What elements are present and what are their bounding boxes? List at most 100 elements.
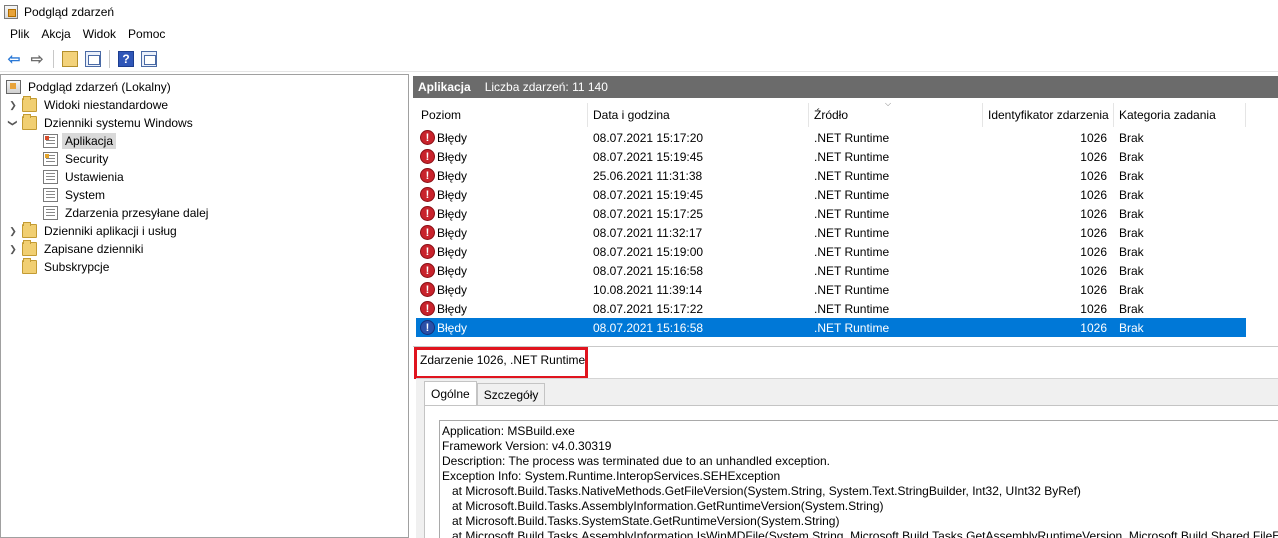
description-line: Description: The process was terminated … (442, 454, 831, 468)
cell-event-id: 1026 (1080, 130, 1107, 145)
sort-caret-icon: ⌵ (885, 99, 892, 108)
navigation-tree: Podgląd zdarzeń (Lokalny) ❯ Widoki niest… (0, 74, 409, 538)
menu-help[interactable]: Pomoc (122, 27, 171, 41)
event-viewer-app-icon (4, 5, 18, 19)
toolbar-separator (109, 49, 110, 68)
event-description-box[interactable]: Application: MSBuild.exe Framework Versio… (439, 420, 1278, 538)
menu-view[interactable]: Widok (77, 27, 122, 41)
cell-date: 08.07.2021 15:17:22 (593, 301, 704, 316)
event-list: Poziom Data i godzina Źródło ⌵ Identyfik… (416, 99, 1278, 343)
menu-action[interactable]: Akcja (35, 27, 76, 41)
column-header-event-id[interactable]: Identyfikator zdarzenia (983, 103, 1114, 127)
cell-level: ! Błędy (420, 280, 467, 299)
error-icon: ! (420, 301, 435, 316)
table-row[interactable]: ! Błędy 08.07.2021 15:19:00 .NET Runtime 102… (416, 242, 1246, 261)
column-header-task-category[interactable]: Kategoria zadania (1114, 103, 1246, 127)
cell-event-id: 1026 (1080, 263, 1107, 278)
help-icon[interactable]: ? (116, 49, 136, 69)
error-icon: ! (420, 320, 435, 335)
cell-source: .NET Runtime (814, 225, 890, 240)
error-icon: ! (420, 149, 435, 164)
tree-item-windows-logs[interactable]: ❯ Dzienniki systemu Windows (1, 114, 408, 132)
tab-general[interactable]: Ogólne (424, 381, 477, 405)
cell-category: Brak (1119, 206, 1144, 221)
tree-item-saved-logs[interactable]: ❯ Zapisane dzienniki (1, 240, 408, 258)
cell-level: ! Błędy (420, 261, 467, 280)
back-arrow-icon[interactable]: ⇦ (4, 49, 24, 69)
error-icon: ! (420, 244, 435, 259)
action-pane-icon[interactable] (139, 49, 159, 69)
error-icon: ! (420, 168, 435, 183)
folder-icon (22, 222, 37, 238)
chevron-right-icon[interactable]: ❯ (7, 225, 19, 237)
table-row[interactable]: ! Błędy 08.07.2021 15:17:20 .NET Runtime 102… (416, 128, 1246, 147)
table-row[interactable]: ! Błędy 08.07.2021 15:16:58 .NET Runtime 102… (416, 261, 1246, 280)
cell-date: 08.07.2021 15:19:45 (593, 149, 704, 164)
folder-icon (22, 96, 37, 112)
tree-item-setup[interactable]: Ustawienia (1, 168, 408, 186)
tree-item-subscriptions[interactable]: Subskrypcje (1, 258, 408, 276)
table-row[interactable]: ! Błędy 10.08.2021 11:39:14 .NET Runtime 102… (416, 280, 1246, 299)
title-bar: Podgląd zdarzeń (0, 0, 1278, 24)
tree-item-forwarded-events[interactable]: Zdarzenia przesyłane dalej (1, 204, 408, 222)
table-row[interactable]: ! Błędy 08.07.2021 11:32:17 .NET Runtime 102… (416, 223, 1246, 242)
folder-up-icon[interactable] (60, 49, 80, 69)
column-header-level[interactable]: Poziom (416, 103, 588, 127)
detail-tabs: Ogólne Szczegóły (424, 381, 546, 405)
forward-arrow-icon[interactable]: ⇨ (27, 49, 47, 69)
cell-category: Brak (1119, 130, 1144, 145)
tree-item-custom-views[interactable]: ❯ Widoki niestandardowe (1, 96, 408, 114)
application-log-icon (43, 134, 58, 148)
tree-item-application[interactable]: Aplikacja (1, 132, 408, 150)
cell-event-id: 1026 (1080, 206, 1107, 221)
column-header-date[interactable]: Data i godzina (588, 103, 809, 127)
cell-source: .NET Runtime (814, 320, 890, 335)
folder-icon (22, 240, 37, 256)
cell-event-id: 1026 (1080, 225, 1107, 240)
cell-category: Brak (1119, 282, 1144, 297)
table-row[interactable]: ! Błędy 08.07.2021 15:17:25 .NET Runtime 102… (416, 204, 1246, 223)
cell-event-id: 1026 (1080, 149, 1107, 164)
table-row[interactable]: ! Błędy 25.06.2021 11:31:38 .NET Runtime 102… (416, 166, 1246, 185)
chevron-right-icon[interactable]: ❯ (7, 243, 19, 255)
chevron-down-icon[interactable]: ❯ (7, 117, 19, 129)
description-line: Exception Info: System.Runtime.InteropSe… (442, 469, 781, 483)
cell-source: .NET Runtime (814, 282, 890, 297)
tab-details[interactable]: Szczegóły (476, 383, 546, 405)
cell-date: 08.07.2021 15:16:58 (593, 320, 704, 335)
cell-category: Brak (1119, 149, 1144, 164)
error-icon: ! (420, 263, 435, 278)
cell-source: .NET Runtime (814, 263, 890, 278)
tree-item-root[interactable]: Podgląd zdarzeń (Lokalny) (1, 78, 408, 96)
table-row[interactable]: ! Błędy 08.07.2021 15:19:45 .NET Runtime 102… (416, 147, 1246, 166)
cell-category: Brak (1119, 263, 1144, 278)
chevron-right-icon[interactable]: ❯ (7, 99, 19, 111)
security-log-icon (43, 152, 58, 166)
description-line: at Microsoft.Build.Tasks.AssemblyInforma… (442, 529, 1278, 538)
cell-level: ! Błędy (420, 223, 467, 242)
tree-item-system[interactable]: System (1, 186, 408, 204)
cell-date: 08.07.2021 15:16:58 (593, 263, 704, 278)
cell-source: .NET Runtime (814, 187, 890, 202)
cell-level: ! Błędy (420, 204, 467, 223)
cell-event-id: 1026 (1080, 187, 1107, 202)
table-row[interactable]: ! Błędy 08.07.2021 15:17:22 .NET Runtime 102… (416, 299, 1246, 318)
column-header-source[interactable]: Źródło ⌵ (809, 99, 983, 127)
show-hide-tree-icon[interactable] (83, 49, 103, 69)
cell-level: ! Błędy (420, 299, 467, 318)
log-icon (43, 170, 58, 184)
menu-file[interactable]: Plik (4, 27, 35, 41)
description-line: Framework Version: v4.0.30319 (442, 439, 612, 453)
error-icon: ! (420, 225, 435, 240)
cell-date: 08.07.2021 11:32:17 (593, 225, 703, 240)
cell-event-id: 1026 (1080, 282, 1107, 297)
tree-item-app-services-logs[interactable]: ❯ Dzienniki aplikacji i usług (1, 222, 408, 240)
tree-item-security[interactable]: Security (1, 150, 408, 168)
cell-date: 08.07.2021 15:19:45 (593, 187, 704, 202)
table-row[interactable]: ! Błędy 08.07.2021 15:16:58 .NET Runtime 102… (416, 318, 1246, 337)
cell-level: ! Błędy (420, 185, 467, 204)
error-icon: ! (420, 206, 435, 221)
cell-source: .NET Runtime (814, 149, 890, 164)
log-icon (43, 188, 58, 202)
table-row[interactable]: ! Błędy 08.07.2021 15:19:45 .NET Runtime 102… (416, 185, 1246, 204)
